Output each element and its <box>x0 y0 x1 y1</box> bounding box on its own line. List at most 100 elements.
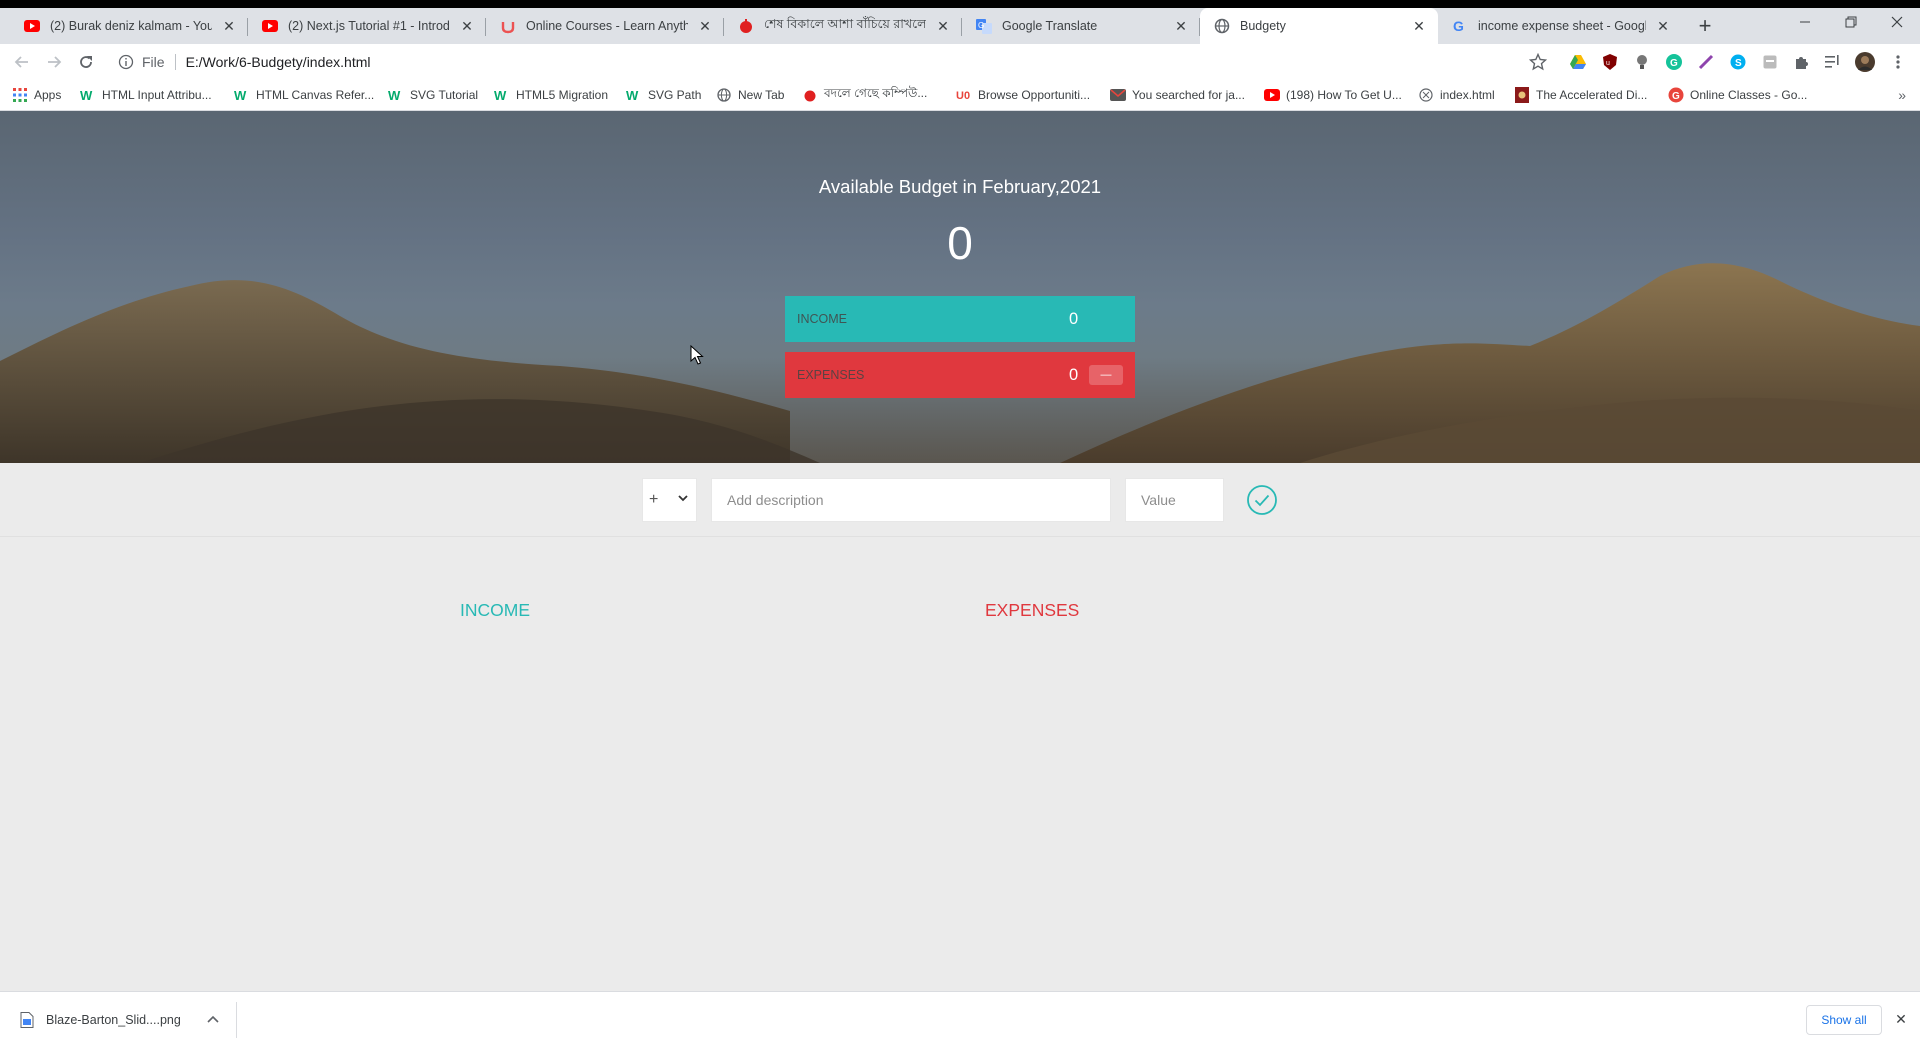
bookmark-html-canvas[interactable]: W HTML Canvas Refer... <box>234 80 374 110</box>
news-icon <box>802 87 818 103</box>
profile-avatar[interactable] <box>1855 52 1875 72</box>
value-input[interactable] <box>1125 478 1224 522</box>
skype-icon[interactable]: S <box>1728 52 1748 72</box>
tab-title: শেষ বিকালে আশা বাঁচিয়ে রাখলেন <box>764 17 926 31</box>
bookmark-label: HTML Canvas Refer... <box>256 88 375 102</box>
chevron-down-icon <box>678 495 688 502</box>
tab-news[interactable]: শেষ বিকালে আশা বাঁচিয়ে রাখলেন ✕ <box>724 8 962 44</box>
translate-icon: G <box>976 18 992 34</box>
bookmark-star-icon[interactable] <box>1524 48 1552 76</box>
scheme-label: File <box>142 54 176 70</box>
new-tab-button[interactable]: + <box>1692 8 1718 44</box>
forward-button[interactable] <box>40 48 68 76</box>
budget-hero: Available Budget in February,2021 0 Inco… <box>0 111 1920 463</box>
tab-close-icon[interactable]: ✕ <box>1172 17 1190 35</box>
w3schools-icon: W <box>80 87 96 103</box>
book-icon <box>1514 87 1530 103</box>
bookmark-label: (198) How To Get U... <box>1286 88 1402 102</box>
bookmark-index-html[interactable]: index.html <box>1418 80 1495 110</box>
bookmark-label: New Tab <box>738 88 785 102</box>
tab-close-icon[interactable]: ✕ <box>458 17 476 35</box>
tab-title: Budgety <box>1240 19 1286 33</box>
svg-text:W: W <box>626 88 639 102</box>
reading-list-icon[interactable] <box>1823 52 1843 72</box>
bookmark-apps[interactable]: Apps <box>12 80 61 110</box>
bookmark-upwork[interactable]: U0 Browse Opportuniti... <box>956 80 1090 110</box>
url-text[interactable]: E:/Work/6-Budgety/index.html <box>186 54 371 70</box>
bookmark-label: Online Classes - Go... <box>1690 88 1808 102</box>
image-file-icon <box>20 1012 34 1028</box>
w3schools-icon: W <box>234 87 250 103</box>
add-item-button[interactable] <box>1246 484 1278 516</box>
bookmark-label: HTML5 Migration <box>516 88 609 102</box>
add-item-bar: + <box>0 463 1920 537</box>
bookmark-search[interactable]: You searched for ja... <box>1110 80 1245 110</box>
close-download-shelf-icon[interactable]: ✕ <box>1892 1010 1910 1028</box>
tab-title: income expense sheet - Google Search <box>1478 19 1646 33</box>
browser-toolbar: File E:/Work/6-Budgety/index.html u G S <box>0 44 1920 80</box>
bookmark-youtube[interactable]: (198) How To Get U... <box>1264 80 1402 110</box>
address-bar[interactable]: File E:/Work/6-Budgety/index.html <box>110 47 1560 77</box>
expenses-summary-label: Expenses <box>797 368 865 382</box>
tab-close-icon[interactable]: ✕ <box>220 17 238 35</box>
tab-udemy[interactable]: Online Courses - Learn Anything, On Your… <box>486 8 724 44</box>
bookmark-html-input[interactable]: W HTML Input Attribu... <box>80 80 212 110</box>
bookmark-svg-path[interactable]: W SVG Path <box>626 80 701 110</box>
extensions-puzzle-icon[interactable] <box>1791 52 1811 72</box>
tab-budgety[interactable]: Budgety ✕ <box>1200 8 1438 44</box>
extension-box-icon[interactable] <box>1760 52 1780 72</box>
bookmark-accelerated[interactable]: The Accelerated Di... <box>1514 80 1647 110</box>
bookmark-label: HTML Input Attribu... <box>102 88 212 102</box>
type-select[interactable]: + <box>642 478 697 522</box>
restore-button[interactable] <box>1828 8 1874 36</box>
download-separator <box>236 1002 237 1038</box>
pen-icon[interactable] <box>1696 52 1716 72</box>
svg-text:W: W <box>80 88 93 102</box>
tab-close-icon[interactable]: ✕ <box>1654 17 1672 35</box>
minimize-button[interactable] <box>1782 8 1828 36</box>
income-summary-value: 0 <box>1069 309 1079 328</box>
bookmark-svg-tutorial[interactable]: W SVG Tutorial <box>388 80 478 110</box>
show-all-downloads-button[interactable]: Show all <box>1806 1005 1882 1035</box>
tab-google-search[interactable]: G income expense sheet - Google Search ✕ <box>1438 8 1682 44</box>
svg-text:U0: U0 <box>956 90 970 102</box>
svg-text:G: G <box>978 21 984 30</box>
bookmark-html5-migration[interactable]: W HTML5 Migration <box>494 80 608 110</box>
bookmark-bangla-news[interactable]: বদলে গেছে কম্পিউ... <box>802 80 927 110</box>
bookmark-online-classes[interactable]: G Online Classes - Go... <box>1668 80 1807 110</box>
bookmarks-overflow-button[interactable]: » <box>1898 80 1906 110</box>
download-options-chevron-icon[interactable] <box>204 1010 222 1028</box>
udemy-icon <box>500 18 516 34</box>
income-summary: Income 0 <box>785 296 1135 342</box>
lightbulb-icon[interactable] <box>1632 52 1652 72</box>
budget-total-value: 0 <box>947 217 973 269</box>
w3schools-icon: W <box>626 87 642 103</box>
svg-text:u: u <box>1606 60 1610 67</box>
tab-close-icon[interactable]: ✕ <box>696 17 714 35</box>
reload-button[interactable] <box>72 48 100 76</box>
tab-close-icon[interactable]: ✕ <box>934 17 952 35</box>
tab-youtube-nextjs[interactable]: (2) Next.js Tutorial #1 - Introduction ✕ <box>248 8 486 44</box>
bookmark-label: SVG Path <box>648 88 702 102</box>
tab-close-icon[interactable]: ✕ <box>1410 17 1428 35</box>
back-arrow-icon <box>14 56 28 68</box>
globe-icon <box>716 87 732 103</box>
close-window-button[interactable] <box>1874 8 1920 36</box>
back-button[interactable] <box>8 48 36 76</box>
download-item[interactable]: Blaze-Barton_Slid....png <box>20 992 181 1048</box>
ublock-icon[interactable]: u <box>1600 52 1620 72</box>
bookmark-new-tab[interactable]: New Tab <box>716 80 784 110</box>
forward-arrow-icon <box>48 56 62 68</box>
check-circle-icon <box>1247 485 1277 515</box>
svg-text:W: W <box>388 88 401 102</box>
tab-youtube-burak[interactable]: (2) Burak deniz kalmam - YouTube ✕ <box>10 8 248 44</box>
menu-kebab-icon[interactable] <box>1888 52 1908 72</box>
grammarly-icon[interactable]: G <box>1664 52 1684 72</box>
tab-title: (2) Burak deniz kalmam - YouTube <box>50 19 212 33</box>
tab-google-translate[interactable]: G Google Translate ✕ <box>962 8 1200 44</box>
download-shelf: Blaze-Barton_Slid....png Show all ✕ <box>0 991 1920 1048</box>
description-input[interactable] <box>711 478 1111 522</box>
hills-background-image <box>0 263 1920 463</box>
google-drive-icon[interactable] <box>1568 52 1588 72</box>
svg-text:G: G <box>1453 18 1464 34</box>
